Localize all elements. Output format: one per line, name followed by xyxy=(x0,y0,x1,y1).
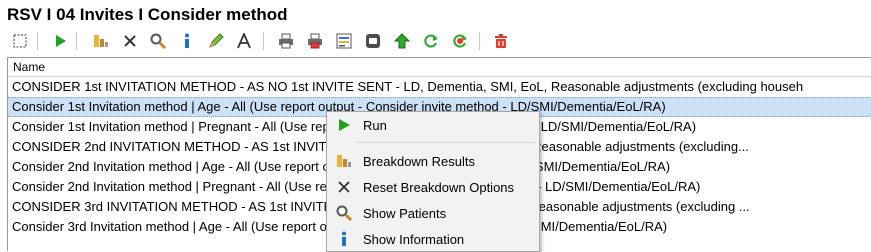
toolbar-separator xyxy=(76,32,77,50)
menu-item-reset-breakdown[interactable]: Reset Breakdown Options xyxy=(327,176,539,198)
toolbar xyxy=(10,29,530,53)
menu-item-show-patients[interactable]: Show Patients xyxy=(327,202,539,224)
menu-separator xyxy=(357,142,535,143)
toolbar-separator xyxy=(479,32,480,50)
menu-item-breakdown-results[interactable]: Breakdown Results xyxy=(327,150,539,172)
breakdown-icon[interactable] xyxy=(91,31,111,51)
info-icon xyxy=(335,230,353,248)
list-item[interactable]: CONSIDER 1st INVITATION METHOD - AS NO 1… xyxy=(8,77,871,97)
menu-item-run[interactable]: Run xyxy=(327,114,539,136)
print-icon[interactable] xyxy=(276,31,296,51)
toolbar-separator xyxy=(37,32,38,50)
menu-item-show-information[interactable]: Show Information xyxy=(327,228,539,250)
refresh-icon[interactable] xyxy=(421,31,441,51)
move-up-icon[interactable] xyxy=(392,31,412,51)
reset-icon[interactable] xyxy=(120,31,140,51)
select-icon[interactable] xyxy=(10,31,30,51)
search-icon[interactable] xyxy=(148,31,168,51)
run-icon xyxy=(335,116,353,134)
menu-item-label: Show Information xyxy=(363,231,465,247)
refresh-red-icon[interactable] xyxy=(450,31,470,51)
edit-icon[interactable] xyxy=(206,31,226,51)
toolbar-separator xyxy=(263,32,264,50)
menu-item-label: Breakdown Results xyxy=(363,153,475,169)
page-title: RSV I 04 Invites I Consider method xyxy=(7,5,288,24)
delete-icon[interactable] xyxy=(491,31,511,51)
print-red-icon[interactable] xyxy=(305,31,325,51)
info-icon[interactable] xyxy=(177,31,197,51)
menu-item-label: Reset Breakdown Options xyxy=(363,179,515,195)
font-icon[interactable] xyxy=(234,31,254,51)
close-icon xyxy=(335,178,353,196)
menu-item-label: Show Patients xyxy=(363,205,447,221)
export-icon[interactable] xyxy=(363,31,383,51)
report-icon[interactable] xyxy=(334,31,354,51)
menu-item-label: Run xyxy=(363,117,387,133)
context-menu: Run Breakdown Results Reset Breakdown Op… xyxy=(326,111,540,252)
column-header-name[interactable]: Name xyxy=(8,58,871,77)
breakdown-icon xyxy=(335,152,353,170)
run-icon[interactable] xyxy=(50,31,70,51)
search-icon xyxy=(335,204,353,222)
